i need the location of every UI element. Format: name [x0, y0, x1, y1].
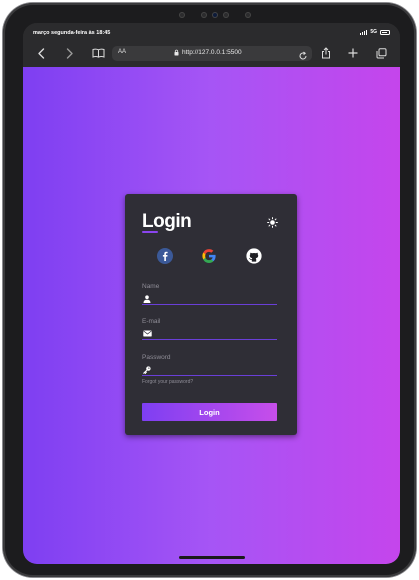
home-indicator[interactable]: [179, 556, 245, 559]
back-button[interactable]: [33, 45, 49, 61]
url-display: http://127.0.0.1:5500: [174, 49, 242, 56]
name-label: Name: [142, 283, 160, 290]
facebook-icon: [157, 248, 173, 264]
plus-icon: [348, 48, 358, 58]
tablet-frame: março segunda-feira às 18:45 5G AA http:…: [3, 3, 416, 577]
web-page: Login Name E-mail Password Forgot your p…: [23, 67, 400, 564]
password-input[interactable]: [142, 365, 277, 376]
email-label: E-mail: [142, 318, 161, 325]
user-icon: [143, 295, 151, 303]
login-button[interactable]: Login: [142, 403, 277, 421]
sun-icon: [267, 217, 278, 228]
camera-sensors: [179, 12, 251, 18]
name-field: Name: [142, 283, 277, 305]
title-underline: [142, 231, 158, 233]
signal-icon: [359, 29, 368, 35]
github-icon: [246, 248, 262, 264]
page-title: Login: [142, 211, 192, 232]
screen: março segunda-feira às 18:45 5G AA http:…: [23, 23, 400, 564]
network-label: 5G: [370, 29, 377, 35]
facebook-login-button[interactable]: [156, 247, 174, 265]
key-icon: [143, 366, 151, 374]
browser-toolbar: AA http://127.0.0.1:5500: [23, 41, 400, 67]
text-size-button[interactable]: AA: [118, 49, 126, 55]
bookmarks-button[interactable]: [90, 45, 106, 61]
chevron-right-icon: [66, 47, 73, 59]
new-tab-button[interactable]: [345, 45, 361, 61]
tabs-overview-button[interactable]: [373, 45, 389, 61]
forgot-password-link[interactable]: Forgot your password?: [142, 379, 193, 385]
status-time: março segunda-feira às 18:45: [33, 30, 111, 36]
reload-icon: [299, 51, 307, 60]
theme-toggle-button[interactable]: [267, 215, 278, 228]
lock-icon: [174, 49, 179, 56]
name-input[interactable]: [142, 294, 277, 305]
github-login-button[interactable]: [245, 247, 263, 265]
status-indicators: 5G: [359, 29, 390, 35]
url-text: http://127.0.0.1:5500: [182, 49, 242, 56]
email-input[interactable]: [142, 329, 277, 340]
envelope-icon: [143, 330, 152, 337]
login-card: Login Name E-mail Password Forgot your p…: [125, 194, 297, 435]
forward-button[interactable]: [61, 45, 77, 61]
share-icon: [322, 47, 330, 59]
book-icon: [92, 48, 104, 58]
email-field: E-mail: [142, 318, 277, 340]
google-login-button[interactable]: [200, 247, 218, 265]
google-icon: [202, 249, 216, 263]
reload-button[interactable]: [298, 48, 308, 66]
password-label: Password: [142, 354, 171, 361]
share-button[interactable]: [318, 45, 334, 61]
tabs-icon: [376, 47, 386, 58]
password-field: Password: [142, 354, 277, 376]
chevron-left-icon: [37, 47, 44, 59]
battery-icon: [380, 29, 390, 35]
address-bar[interactable]: AA http://127.0.0.1:5500: [112, 46, 312, 61]
status-bar: março segunda-feira às 18:45 5G: [23, 23, 400, 41]
